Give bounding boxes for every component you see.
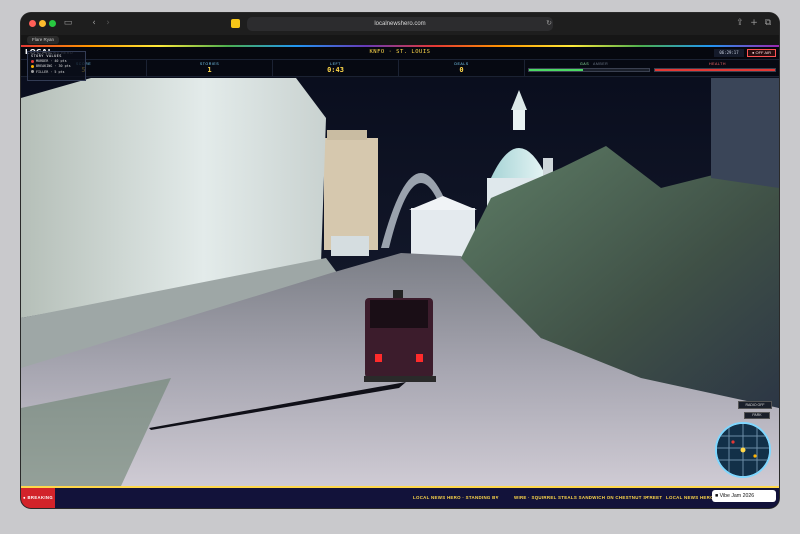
news-ticker: ● BREAKING LOCAL NEWS HERO · STANDING BY… [21, 486, 779, 508]
ticker-separator: • [646, 495, 648, 500]
tab-label: Flare Ryan [32, 37, 55, 42]
dark-building [711, 78, 779, 188]
browser-window: ▭ ‹ › localnewshero.com ↻ ⇪ + ⧉ Flare Ry… [21, 13, 779, 508]
ticker-item: WIRE · SQUIRREL STEALS SANDWICH ON CHEST… [514, 495, 663, 500]
zoom-window-button[interactable] [49, 20, 56, 27]
forward-icon[interactable]: › [101, 17, 115, 30]
car-icon: ■ [715, 493, 719, 499]
legend-dot-icon [31, 59, 34, 63]
tab-overview-icon[interactable]: ⧉ [761, 17, 775, 30]
stat-time-left: LEFT 0:43 [273, 60, 399, 77]
park-button[interactable]: PARK [744, 412, 770, 419]
reload-icon[interactable]: ↻ [542, 17, 556, 30]
stats-hud: SCORE 5 STORIES 1 LEFT 0:43 DEALS 0 GAS … [21, 60, 779, 77]
vibe-jam-label: Vibe Jam 2026 [719, 493, 755, 499]
game-viewport[interactable]: LOCAL NEWS HERO KNFO · ST. LOUIS 06:29:1… [21, 45, 779, 508]
player-marker-icon [740, 447, 746, 453]
ticker-separator: • [496, 495, 498, 500]
site-favicon-icon [231, 19, 240, 28]
gas-sublabel: AMBER [593, 62, 609, 66]
radio-button[interactable]: RADIO OFF [738, 401, 772, 409]
news-van[interactable] [364, 290, 436, 382]
health-bar-fill [655, 69, 775, 71]
legend-dot-icon [31, 64, 34, 68]
stat-value: 1 [207, 66, 212, 74]
new-tab-icon[interactable]: + [747, 17, 761, 30]
vibe-jam-badge[interactable]: ■ Vibe Jam 2026 [712, 490, 776, 502]
gas-label: GAS [580, 62, 590, 66]
breaking-label: ● BREAKING [21, 488, 55, 508]
legend-text: MURDER · 40 pts [36, 59, 67, 63]
legend-title: STORY VALUES [31, 54, 62, 58]
legend-text: FILLER · 5 pts [36, 69, 65, 74]
game-clock: 06:29:17 [714, 49, 744, 57]
legend-row: FILLER · 5 pts [31, 70, 82, 75]
stat-deals: DEALS 0 [399, 60, 525, 77]
gas-bar [528, 68, 650, 72]
minimap[interactable] [715, 422, 771, 478]
url-text: localnewshero.com [374, 21, 426, 27]
tan-tower [324, 130, 378, 250]
health-label: HEALTH [709, 62, 726, 66]
tab-active[interactable]: Flare Ryan [27, 36, 60, 44]
off-air-button[interactable]: ● OFF AIR [747, 49, 776, 57]
minimap-map [717, 424, 769, 476]
stat-value: 0:43 [327, 66, 344, 74]
stat-stories: STORIES 1 [147, 60, 273, 77]
story-marker-icon [753, 454, 757, 458]
low-building [331, 236, 369, 256]
stat-value: 0 [459, 66, 464, 74]
address-bar[interactable]: localnewshero.com [247, 17, 553, 31]
minimize-window-button[interactable] [39, 20, 46, 27]
health-bar [654, 68, 776, 72]
close-window-button[interactable] [29, 20, 36, 27]
legend-dot-icon [31, 70, 34, 74]
tab-strip: Flare Ryan [21, 35, 779, 45]
city-scene [21, 78, 779, 486]
gas-bar-fill [529, 69, 583, 71]
browser-toolbar: ▭ ‹ › localnewshero.com ↻ ⇪ + ⧉ [21, 13, 779, 35]
ticker-item: LOCAL NEWS HERO · STANDING BY [413, 495, 499, 500]
story-values-legend: STORY VALUES MURDER · 40 pts BREAKING · … [27, 51, 86, 81]
sidebar-toggle-icon[interactable]: ▭ [61, 17, 75, 30]
station-title: KNFO · ST. LOUIS [369, 49, 431, 55]
share-icon[interactable]: ⇪ [733, 17, 747, 30]
back-icon[interactable]: ‹ [87, 17, 101, 30]
story-marker-icon [731, 440, 735, 444]
legend-text: BREAKING · 30 pts [36, 64, 71, 69]
broadcast-bar: LOCAL NEWS HERO KNFO · ST. LOUIS 06:29:1… [21, 47, 779, 60]
